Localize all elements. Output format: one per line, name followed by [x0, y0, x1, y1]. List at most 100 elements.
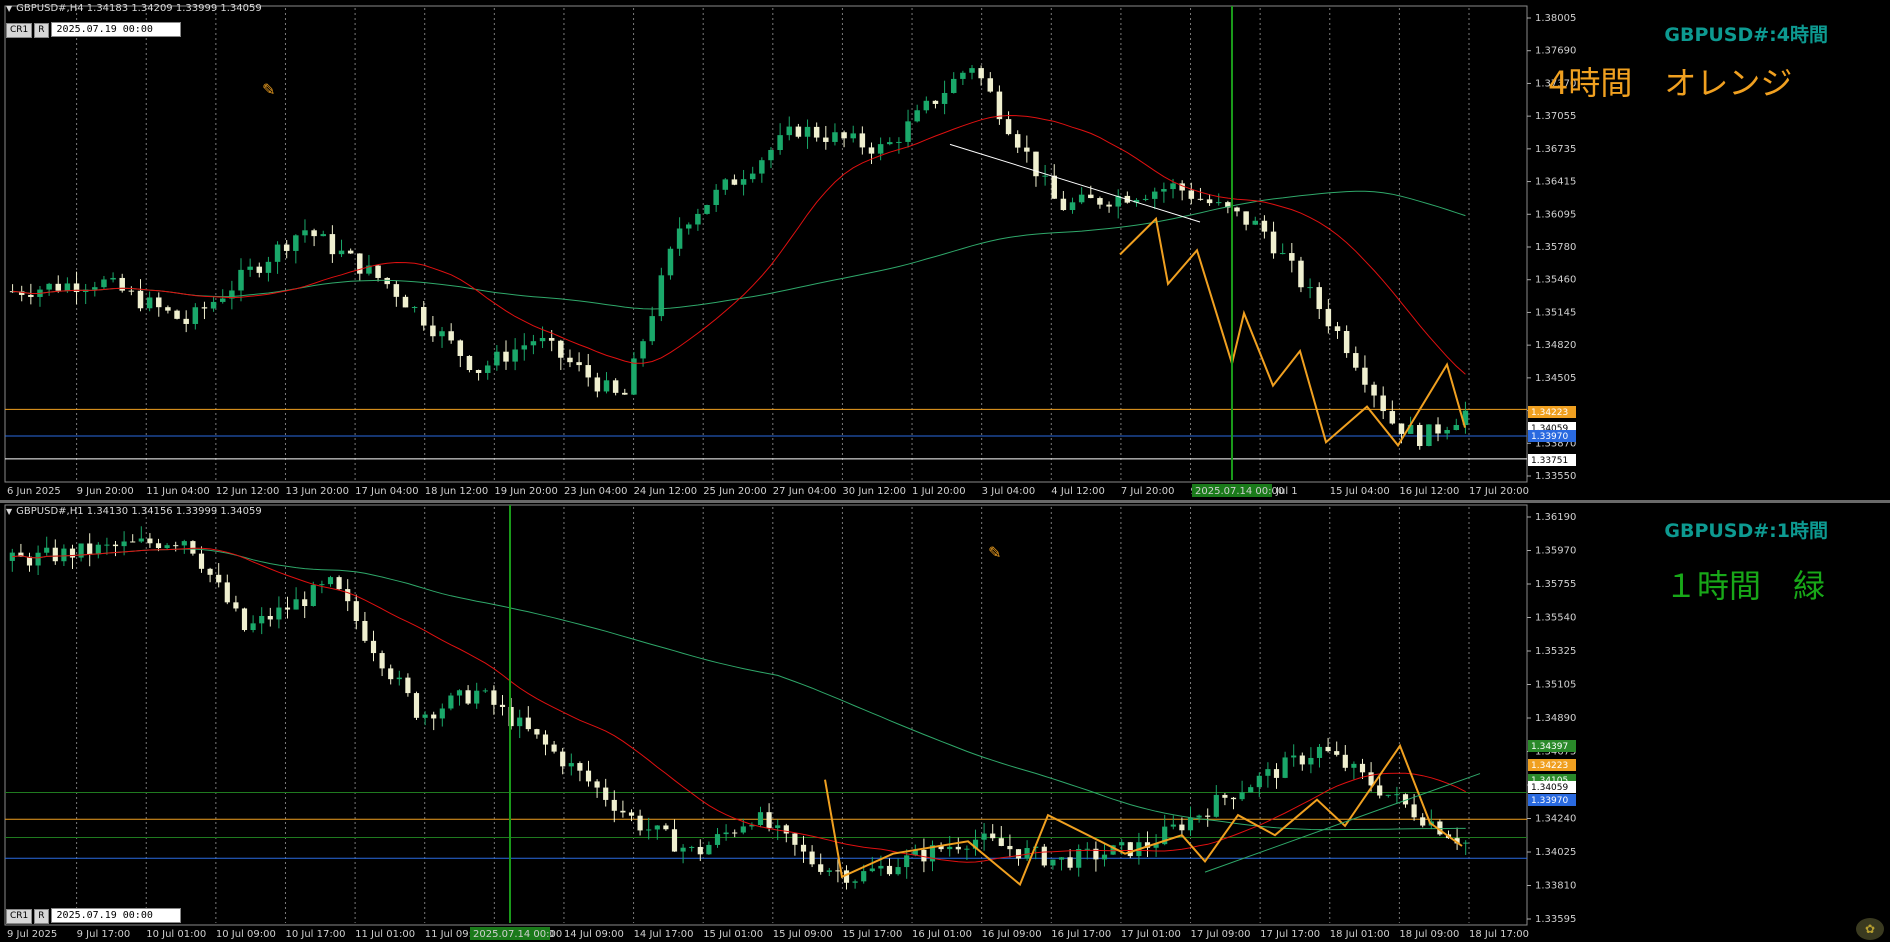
candle-body [1050, 859, 1056, 866]
candle-body [611, 799, 617, 811]
price-tick-label: 1.35325 [1535, 646, 1576, 657]
candle-body [1298, 260, 1304, 288]
candle-body [216, 574, 222, 583]
candle-body [44, 547, 50, 553]
candle-body [1069, 202, 1076, 211]
time-tick-label: 1 Jul 20:00 [912, 486, 966, 497]
candle-body [658, 275, 665, 317]
chart-pane-h1[interactable]: 9 Jul 2025 9 Jul 17:00 10 Jul 01:00 10 Jul … [0, 503, 1890, 942]
candle-body [345, 589, 351, 602]
time-tick-label: 17 Jun 04:00 [355, 486, 419, 497]
price-tick-label: 1.38005 [1535, 13, 1576, 24]
h4-date-field[interactable]: 2025.07.19 00:00 [50, 22, 181, 37]
candle-body [1014, 134, 1021, 148]
candle-body [594, 377, 601, 392]
candle-body [1234, 207, 1240, 212]
candle-body [347, 250, 354, 254]
candle-body [137, 290, 144, 309]
time-tick-label: 18 Jul 17:00 [1469, 929, 1529, 940]
h1-date-field[interactable]: 2025.07.19 00:00 [50, 908, 181, 923]
candle-body [567, 357, 573, 363]
candle-body [35, 552, 41, 566]
time-tick-label: 16 Jul 09:00 [982, 929, 1042, 940]
candle-body [1239, 792, 1245, 800]
candle-body [542, 734, 549, 745]
candle-body [430, 325, 436, 337]
zigzag-line [1119, 216, 1466, 448]
candle-body [1377, 785, 1383, 796]
candle-body [128, 290, 135, 292]
time-tick-label: 23 Jun 04:00 [564, 486, 628, 497]
candle-body [241, 608, 248, 631]
candle-body [192, 307, 199, 324]
candle-body [448, 695, 454, 709]
candle-body [1084, 848, 1090, 850]
candle-body [1282, 757, 1288, 778]
moving-average-fast [12, 547, 1466, 863]
candle-body [1088, 194, 1094, 199]
price-tick-label: 1.35970 [1535, 546, 1576, 557]
candle-body [146, 297, 153, 309]
candle-body [138, 538, 144, 542]
candle-body [1334, 751, 1340, 755]
time-tick-label: 24 Jun 12:00 [634, 486, 698, 497]
candle-body [402, 296, 409, 308]
candle-body [723, 832, 729, 835]
candle-body [612, 380, 619, 393]
r-button[interactable]: R [34, 909, 49, 924]
candle-body [457, 340, 464, 356]
candle-body [585, 770, 592, 782]
candle-body [525, 717, 531, 730]
r-button[interactable]: R [34, 23, 49, 38]
price-tag-text: 1.34223 [1531, 761, 1568, 771]
candle-body [594, 781, 600, 788]
candle-body [494, 351, 500, 366]
candle-body [259, 615, 265, 624]
time-tick-label: 17 Jul 01:00 [1121, 929, 1181, 940]
candle-body [813, 126, 820, 138]
candle-body [52, 547, 58, 562]
plot-frame [4, 504, 1528, 926]
candle-body [783, 825, 789, 834]
cr-button[interactable]: CR1 [6, 23, 33, 38]
price-tick-label: 1.33595 [1535, 914, 1576, 925]
candle-body [671, 829, 678, 852]
dropdown-triangle-icon[interactable]: ▼ [6, 507, 12, 516]
candle-body [1411, 804, 1417, 818]
candle-body [1316, 746, 1323, 758]
candle-body [740, 826, 746, 833]
time-tick-label: 17 Jul 09:00 [1191, 929, 1251, 940]
candle-body [1024, 147, 1030, 152]
time-tick-label: 16 Jul 01:00 [912, 929, 972, 940]
h4-chart-header: ▼ GBPUSD#,H4 1.34183 1.34209 1.33999 1.34… [6, 3, 262, 14]
candle-body [353, 601, 359, 621]
time-tick-label: 18 Jun 12:00 [425, 486, 489, 497]
h1-chart-canvas[interactable]: 9 Jul 2025 9 Jul 17:00 10 Jul 01:00 10 Jul … [0, 503, 1890, 942]
candle-body [104, 544, 110, 546]
price-tick-label: 1.35460 [1535, 275, 1576, 286]
candle-body [238, 269, 244, 291]
candle-body [628, 812, 635, 816]
candle-body [165, 307, 171, 311]
candle-body [1078, 194, 1085, 203]
candle-body [1119, 842, 1125, 846]
candle-body [379, 653, 385, 669]
candle-body [768, 149, 774, 161]
time-tick-label: 9 Jun 20:00 [77, 486, 134, 497]
dropdown-triangle-icon[interactable]: ▼ [6, 4, 12, 13]
candle-body [904, 855, 910, 868]
cr-button[interactable]: CR1 [6, 909, 33, 924]
candle-body [663, 825, 669, 830]
candle-body [1265, 769, 1271, 776]
candle-body [256, 266, 263, 273]
chart-pane-h4[interactable]: 6 Jun 2025 9 Jun 20:00 11 Jun 04:00 12 Jun … [0, 0, 1890, 500]
candle-body [759, 160, 765, 174]
candle-body [809, 851, 815, 865]
time-tick-label: 16 Jul 17:00 [1051, 929, 1111, 940]
candle-body [521, 345, 528, 350]
candle-body [603, 787, 609, 800]
price-tick-label: 1.37055 [1535, 111, 1576, 122]
candle-body [777, 135, 783, 150]
candle-body [941, 92, 948, 104]
candle-body [1127, 842, 1133, 857]
